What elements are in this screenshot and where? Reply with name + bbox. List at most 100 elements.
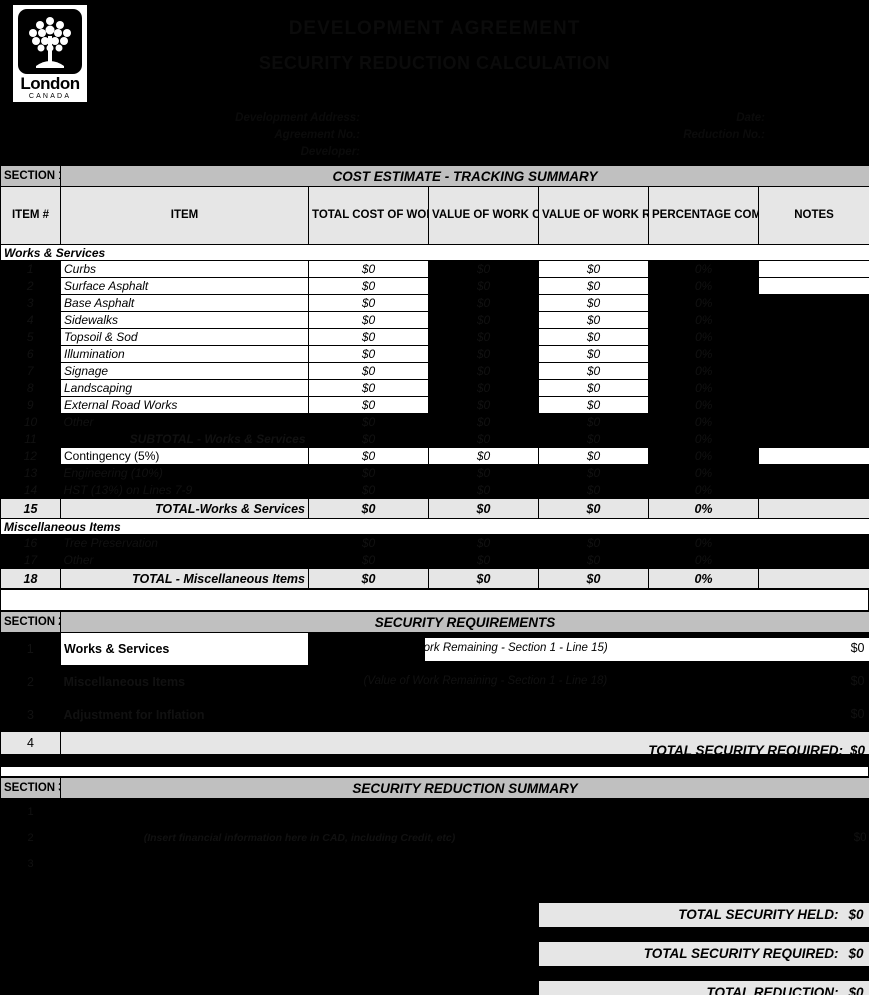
works-total-cost[interactable]: $0 bbox=[308, 362, 429, 380]
works-value-remaining[interactable]: $0 bbox=[538, 328, 649, 346]
works-value-completed[interactable]: $0 bbox=[428, 396, 539, 414]
works-total-cost[interactable]: $0 bbox=[308, 464, 429, 482]
works-item-name[interactable]: External Road Works bbox=[60, 396, 309, 414]
works-value-remaining[interactable]: $0 bbox=[538, 277, 649, 295]
section-2-row-value-cell[interactable]: (Value of Work Remaining - Section 1 - L… bbox=[308, 632, 869, 666]
works-value-completed[interactable]: $0 bbox=[428, 277, 539, 295]
works-notes[interactable] bbox=[758, 430, 869, 448]
misc-value-completed[interactable]: $0 bbox=[428, 551, 539, 569]
works-item-no[interactable]: 7 bbox=[0, 362, 61, 380]
works-item-name[interactable]: Sidewalks bbox=[60, 311, 309, 329]
works-notes[interactable] bbox=[758, 413, 869, 431]
works-item-no[interactable]: 10 bbox=[0, 413, 61, 431]
summary-value-cell[interactable]: TOTAL REDUCTION: $0 bbox=[537, 980, 869, 995]
works-total-cost[interactable]: $0 bbox=[308, 277, 429, 295]
works-total-cost[interactable]: $0 bbox=[308, 413, 429, 431]
works-item-name[interactable]: HST (13%) on Lines 7-9 bbox=[60, 481, 309, 499]
misc-value-remaining[interactable]: $0 bbox=[538, 551, 649, 569]
works-item-name[interactable]: Landscaping bbox=[60, 379, 309, 397]
works-value-completed[interactable]: $0 bbox=[428, 294, 539, 312]
works-percentage[interactable]: 0% bbox=[648, 464, 759, 482]
section-3-row-note[interactable] bbox=[60, 798, 539, 825]
works-notes[interactable] bbox=[757, 260, 869, 278]
works-value-remaining[interactable]: $0 bbox=[538, 430, 649, 448]
works-percentage[interactable]: 0% bbox=[648, 328, 759, 346]
summary-value-cell[interactable]: TOTAL SECURITY REQUIRED: $0 bbox=[537, 941, 869, 967]
misc-value-completed[interactable]: $0 bbox=[428, 534, 539, 552]
misc-item-no[interactable]: 16 bbox=[0, 534, 61, 552]
works-item-name[interactable]: Signage bbox=[60, 362, 309, 380]
works-item-no[interactable]: 6 bbox=[0, 345, 61, 363]
works-percentage[interactable]: 0% bbox=[648, 379, 759, 397]
works-notes[interactable] bbox=[758, 396, 869, 414]
works-total-cost[interactable]: $0 bbox=[308, 379, 429, 397]
works-total-cost[interactable]: $0 bbox=[308, 294, 429, 312]
works-value-remaining[interactable]: $0 bbox=[538, 311, 649, 329]
works-item-name[interactable]: Contingency (5%) bbox=[60, 447, 309, 465]
works-value-completed[interactable]: $0 bbox=[428, 430, 539, 448]
works-value-remaining[interactable]: $0 bbox=[538, 481, 649, 499]
works-percentage[interactable]: 0% bbox=[648, 260, 759, 278]
works-total-cost[interactable]: $0 bbox=[308, 328, 429, 346]
works-notes[interactable] bbox=[758, 464, 869, 482]
section-2-row-label[interactable]: Works & Services bbox=[60, 632, 309, 666]
works-total-cost[interactable]: $0 bbox=[308, 430, 429, 448]
misc-item-name[interactable]: Tree Preservation bbox=[60, 534, 309, 552]
works-notes[interactable] bbox=[758, 345, 869, 363]
works-item-no[interactable]: 13 bbox=[0, 464, 61, 482]
works-notes[interactable] bbox=[758, 294, 869, 312]
works-value-remaining[interactable]: $0 bbox=[538, 413, 649, 431]
misc-percentage[interactable]: 0% bbox=[648, 534, 759, 552]
section-2-row-label[interactable]: Miscellaneous Items bbox=[60, 665, 309, 699]
works-percentage[interactable]: 0% bbox=[648, 413, 759, 431]
works-total-cost[interactable]: $0 bbox=[308, 345, 429, 363]
works-percentage[interactable]: 0% bbox=[648, 362, 759, 380]
section-3-row-amount[interactable] bbox=[538, 798, 869, 825]
section-2-row-value-cell[interactable]: (Value of Work Remaining - Section 1 - L… bbox=[308, 665, 869, 699]
misc-notes[interactable] bbox=[758, 551, 869, 569]
works-value-remaining[interactable]: $0 bbox=[538, 464, 649, 482]
works-item-no[interactable]: 12 bbox=[0, 447, 61, 465]
section-3-row-amount[interactable] bbox=[538, 850, 869, 877]
works-percentage[interactable]: 0% bbox=[648, 311, 759, 329]
works-notes[interactable] bbox=[757, 447, 869, 465]
works-percentage[interactable]: 0% bbox=[648, 396, 759, 414]
works-item-no[interactable]: 14 bbox=[0, 481, 61, 499]
misc-value-remaining[interactable]: $0 bbox=[538, 534, 649, 552]
works-item-no[interactable]: 11 bbox=[0, 430, 61, 448]
works-value-completed[interactable]: $0 bbox=[428, 481, 539, 499]
works-total-cost[interactable]: $0 bbox=[308, 447, 429, 465]
works-notes[interactable] bbox=[758, 481, 869, 499]
works-value-completed[interactable]: $0 bbox=[428, 260, 539, 278]
works-notes[interactable] bbox=[758, 362, 869, 380]
works-value-remaining[interactable]: $0 bbox=[538, 294, 649, 312]
summary-value-cell[interactable]: TOTAL SECURITY HELD: $0 bbox=[537, 902, 869, 928]
works-notes[interactable] bbox=[757, 277, 869, 295]
works-percentage[interactable]: 0% bbox=[648, 294, 759, 312]
works-percentage[interactable]: 0% bbox=[648, 277, 759, 295]
works-value-remaining[interactable]: $0 bbox=[538, 447, 649, 465]
works-value-completed[interactable]: $0 bbox=[428, 311, 539, 329]
works-item-no[interactable]: 2 bbox=[0, 277, 61, 295]
section-2-row-label[interactable]: Adjustment for Inflation bbox=[60, 698, 309, 732]
works-item-no[interactable]: 3 bbox=[0, 294, 61, 312]
works-percentage[interactable]: 0% bbox=[648, 447, 759, 465]
works-item-name[interactable]: Surface Asphalt bbox=[60, 277, 309, 295]
works-total-cost[interactable]: $0 bbox=[308, 311, 429, 329]
works-value-completed[interactable]: $0 bbox=[428, 379, 539, 397]
section-3-row-note[interactable]: (Insert financial information here in CA… bbox=[60, 824, 539, 851]
section-3-row-amount[interactable]: $0 bbox=[538, 824, 869, 851]
works-value-completed[interactable]: $0 bbox=[428, 362, 539, 380]
works-value-completed[interactable]: $0 bbox=[428, 464, 539, 482]
works-item-no[interactable]: 1 bbox=[0, 260, 61, 278]
works-item-name[interactable]: SUBTOTAL - Works & Services bbox=[60, 430, 309, 448]
works-item-name[interactable]: Other bbox=[60, 413, 309, 431]
works-item-name[interactable]: Base Asphalt bbox=[60, 294, 309, 312]
works-item-no[interactable]: 9 bbox=[0, 396, 61, 414]
works-item-no[interactable]: 5 bbox=[0, 328, 61, 346]
works-value-remaining[interactable]: $0 bbox=[538, 396, 649, 414]
works-item-no[interactable]: 4 bbox=[0, 311, 61, 329]
works-notes[interactable] bbox=[758, 328, 869, 346]
works-value-completed[interactable]: $0 bbox=[428, 447, 539, 465]
works-item-name[interactable]: Illumination bbox=[60, 345, 309, 363]
